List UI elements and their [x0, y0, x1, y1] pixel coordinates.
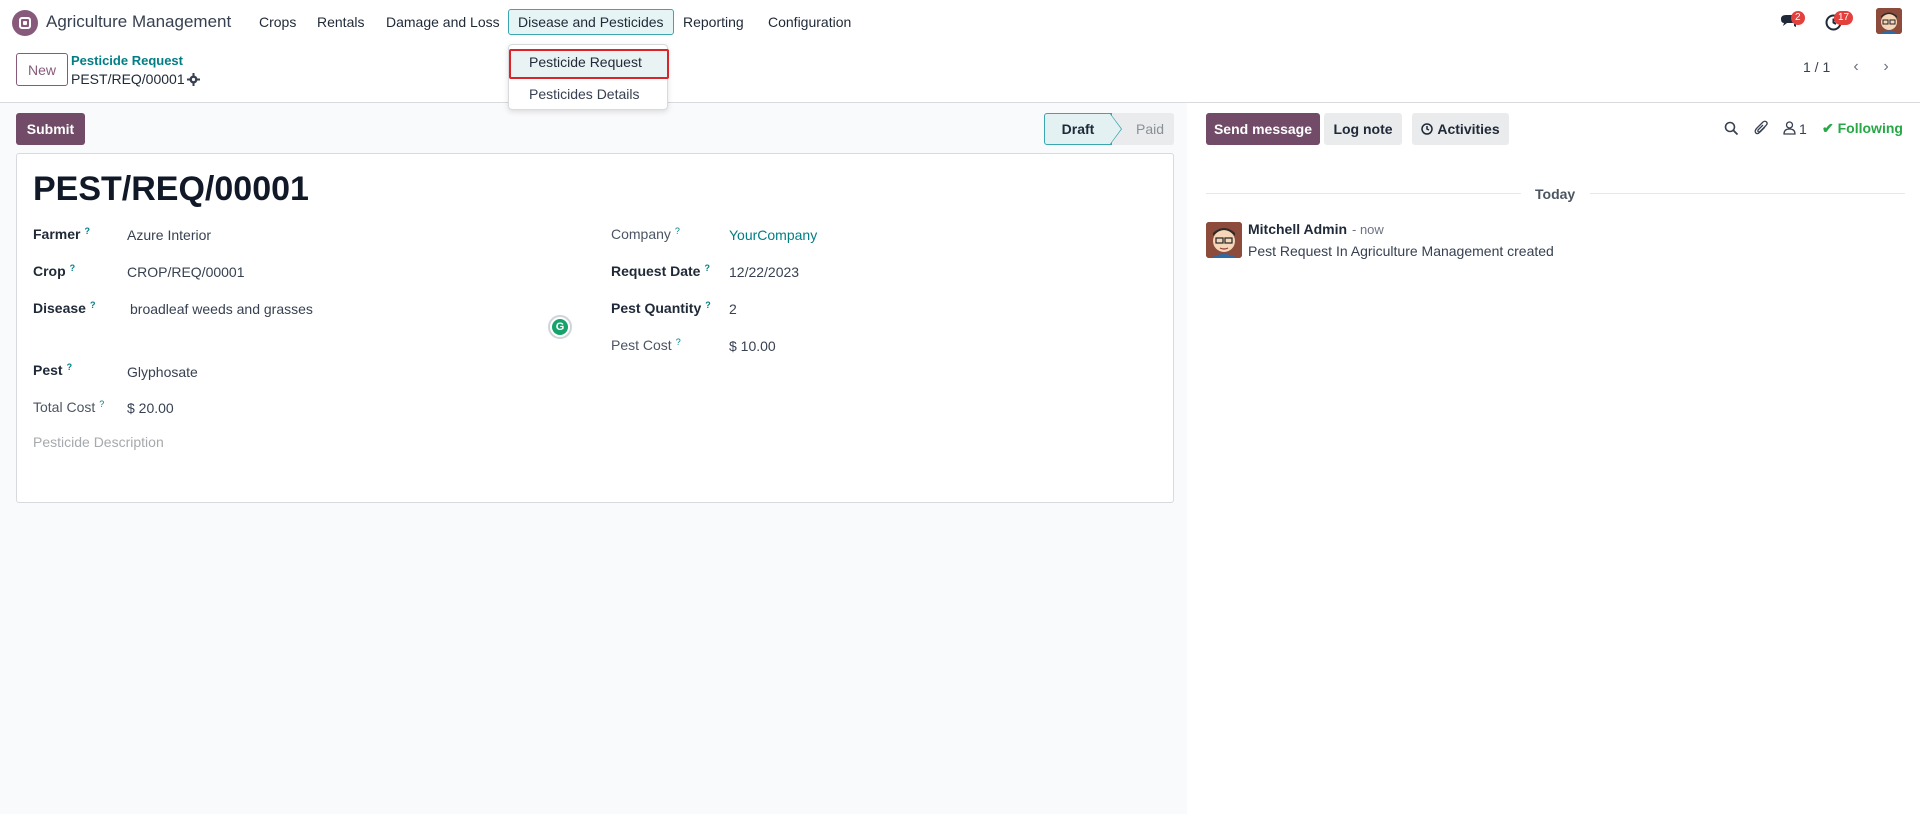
- pest-quantity-field[interactable]: 2: [729, 301, 737, 317]
- following-button[interactable]: ✔ Following: [1822, 120, 1903, 137]
- farmer-label: Farmer?: [33, 226, 90, 242]
- activities-badge: 17: [1834, 11, 1854, 25]
- company-field[interactable]: YourCompany: [729, 227, 817, 243]
- request-date-label: Request Date?: [611, 263, 710, 279]
- menu-configuration[interactable]: Configuration: [768, 14, 851, 30]
- log-note-button[interactable]: Log note: [1324, 113, 1402, 145]
- disease-pesticides-dropdown: Pesticide Request Pesticides Details: [508, 44, 669, 110]
- message-author[interactable]: Mitchell Admin: [1248, 221, 1347, 237]
- author-avatar[interactable]: [1206, 222, 1242, 258]
- pager-next-icon[interactable]: ›: [1874, 55, 1898, 79]
- chatter-panel: [1187, 103, 1920, 814]
- pest-cost-label: Pest Cost?: [611, 337, 681, 353]
- menu-reporting[interactable]: Reporting: [683, 14, 744, 30]
- control-panel: New Pesticide Request PEST/REQ/00001 1 /…: [0, 45, 1920, 103]
- grammarly-icon[interactable]: G: [548, 315, 572, 339]
- followers-count[interactable]: 1: [1799, 121, 1807, 137]
- message-time: - now: [1352, 222, 1384, 237]
- breadcrumb-pesticide-request[interactable]: Pesticide Request: [71, 53, 183, 68]
- app-logo-icon[interactable]: [12, 10, 38, 36]
- pager-value[interactable]: 1 / 1: [1803, 59, 1830, 75]
- date-separator-line: [1590, 193, 1905, 194]
- menu-rentals[interactable]: Rentals: [317, 14, 364, 30]
- menu-disease-and-pesticides[interactable]: Disease and Pesticides: [508, 9, 674, 35]
- disease-label: Disease?: [33, 300, 96, 316]
- pest-cost-field: $ 10.00: [729, 338, 776, 354]
- status-draft[interactable]: Draft: [1044, 113, 1112, 145]
- date-separator: Today: [1535, 186, 1576, 202]
- send-message-button[interactable]: Send message: [1206, 113, 1320, 145]
- company-label: Company?: [611, 226, 680, 242]
- app-name[interactable]: Agriculture Management: [46, 12, 231, 32]
- total-cost-label: Total Cost?: [33, 399, 105, 415]
- farmer-field[interactable]: Azure Interior: [127, 227, 211, 243]
- submit-button[interactable]: Submit: [16, 113, 85, 145]
- search-icon[interactable]: [1724, 121, 1739, 136]
- messages-badge: 2: [1791, 11, 1805, 25]
- check-icon: ✔: [1822, 120, 1838, 136]
- pest-quantity-label: Pest Quantity?: [611, 300, 711, 316]
- pesticide-description-field[interactable]: Pesticide Description: [33, 434, 164, 450]
- record-name: PEST/REQ/00001: [71, 71, 185, 87]
- menu-crops[interactable]: Crops: [259, 14, 296, 30]
- new-button[interactable]: New: [16, 53, 68, 86]
- disease-field[interactable]: broadleaf weeds and grasses: [130, 301, 313, 317]
- crop-field[interactable]: CROP/REQ/00001: [127, 264, 245, 280]
- message-body: Pest Request In Agriculture Management c…: [1248, 243, 1554, 259]
- menu-damage-and-loss[interactable]: Damage and Loss: [386, 14, 500, 30]
- status-arrow-fill: [1110, 114, 1121, 144]
- paperclip-icon[interactable]: [1754, 120, 1769, 136]
- top-navbar: Agriculture Management Crops Rentals Dam…: [0, 0, 1920, 45]
- crop-label: Crop?: [33, 263, 76, 279]
- followers-icon[interactable]: [1783, 121, 1796, 135]
- dropdown-item-pesticides-details[interactable]: Pesticides Details: [509, 81, 667, 107]
- dropdown-item-pesticide-request[interactable]: Pesticide Request: [509, 49, 669, 79]
- record-title: PEST/REQ/00001: [33, 170, 309, 208]
- total-cost-field: $ 20.00: [127, 400, 174, 416]
- user-avatar[interactable]: [1876, 8, 1902, 34]
- pest-field[interactable]: Glyphosate: [127, 364, 198, 380]
- clock-icon: [1421, 123, 1434, 135]
- request-date-field[interactable]: 12/22/2023: [729, 264, 799, 280]
- activities-button[interactable]: Activities: [1412, 113, 1509, 145]
- date-separator-line: [1206, 193, 1521, 194]
- pest-label: Pest?: [33, 362, 73, 378]
- gear-icon[interactable]: [187, 73, 200, 86]
- pager-previous-icon[interactable]: ‹: [1844, 55, 1868, 79]
